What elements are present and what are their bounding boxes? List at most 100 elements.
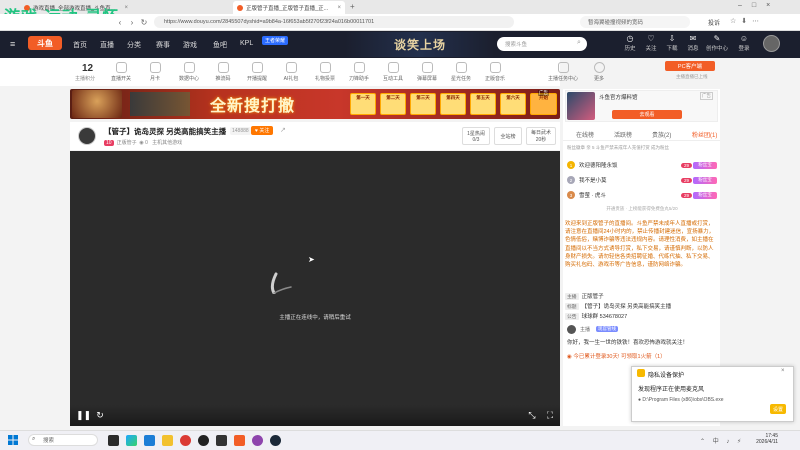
- taskbar-clock[interactable]: 17:45 2026/4/11: [740, 433, 778, 445]
- nav-games[interactable]: 游戏: [183, 40, 197, 50]
- history-button[interactable]: ◷ 历史: [620, 34, 640, 52]
- douyu-icon[interactable]: [234, 435, 245, 446]
- app-icon[interactable]: [144, 435, 155, 446]
- nav-kpl[interactable]: KPL: [240, 40, 253, 47]
- side-ad-thumbnail[interactable]: [567, 92, 595, 120]
- tab-fan-club[interactable]: 粉丝团(1): [692, 130, 717, 139]
- ranking-box[interactable]: 全站榜: [494, 127, 522, 145]
- tool-item[interactable]: 互动工具: [380, 62, 406, 82]
- nav-fishbar[interactable]: 鱼吧: [213, 40, 227, 50]
- kpl-badge[interactable]: 王者荣耀: [262, 36, 289, 45]
- tool-item[interactable]: 主播任务中心: [548, 62, 578, 82]
- nav-home[interactable]: 首页: [73, 40, 87, 50]
- follow-button[interactable]: ♥ 关注: [251, 126, 274, 135]
- new-tab-icon[interactable]: +: [350, 2, 355, 11]
- nav-category[interactable]: 分类: [127, 40, 141, 50]
- rank-row[interactable]: 1 欢迎德阳隆永饭 29 粉丝宝: [567, 159, 717, 171]
- tool-item[interactable]: AI礼包: [278, 62, 304, 82]
- notification-settings-button[interactable]: 设置: [770, 404, 786, 414]
- tool-item[interactable]: 月卡: [142, 62, 168, 82]
- close-tab-icon[interactable]: ×: [334, 5, 341, 11]
- notification-title: 隐私设备保护: [648, 373, 685, 379]
- side-ad-button[interactable]: 去观看: [612, 110, 682, 119]
- chat-username[interactable]: 主播: [580, 326, 590, 333]
- download-button[interactable]: ⇩ 下载: [662, 34, 682, 52]
- refresh-icon[interactable]: ↻: [94, 410, 106, 421]
- pause-icon[interactable]: ❚❚: [76, 410, 91, 421]
- heat-icon: ◉: [139, 140, 144, 146]
- app-icon[interactable]: [252, 435, 263, 446]
- tab-active-rank[interactable]: 活跃榜: [614, 130, 632, 139]
- rank-row[interactable]: 3 雪萤 · 虎斗 29 粉丝宝: [567, 189, 717, 201]
- notification-path: ● D:\Program Files (x86)\obs\OBS.exe: [638, 397, 724, 403]
- hot-box[interactable]: 1星热闹 0/3: [462, 127, 490, 145]
- user-icon: ☺: [739, 34, 749, 43]
- fullscreen-icon[interactable]: ⛶: [544, 410, 556, 421]
- tool-item[interactable]: 礼物投票: [312, 62, 338, 82]
- douyu-favicon-icon: [237, 4, 243, 11]
- close-icon[interactable]: ×: [781, 368, 785, 374]
- rank-row[interactable]: 2 我不是小莫 29 粉丝宝: [567, 174, 717, 186]
- streamer-name: 正版管子: [116, 140, 137, 146]
- tool-item[interactable]: 星光任务: [448, 62, 474, 82]
- site-logo[interactable]: 斗鱼: [28, 36, 62, 50]
- system-tray-icons[interactable]: ⌃ 中 ♪ ⚡: [700, 436, 744, 445]
- task-view-icon[interactable]: [108, 435, 119, 446]
- folder-icon[interactable]: [162, 435, 173, 446]
- tool-item[interactable]: 推流码: [210, 62, 236, 82]
- daily-box[interactable]: 每日武术 20秒: [526, 127, 556, 145]
- info-row-notice: 公告 球球群 534678027: [565, 313, 628, 320]
- streamer-avatar[interactable]: [78, 127, 96, 145]
- back-icon[interactable]: ‹: [114, 16, 126, 28]
- tab-online-rank[interactable]: 在线榜: [576, 130, 594, 139]
- login-button[interactable]: ☺ 登录: [734, 34, 754, 52]
- creator-center-button[interactable]: ✎ 创作中心: [704, 34, 730, 52]
- tool-item[interactable]: 弹幕屏幕: [414, 62, 440, 82]
- fire-icon: ◉: [567, 354, 572, 360]
- url-field[interactable]: https://www.douyu.com/2845507dyshid=a9b8…: [154, 16, 514, 28]
- tool-item[interactable]: 正版音乐: [482, 62, 508, 82]
- taskbar-search[interactable]: 搜索: [28, 434, 98, 446]
- forward-icon[interactable]: ›: [126, 16, 138, 28]
- windows-start-icon[interactable]: [8, 435, 18, 445]
- share-icon[interactable]: ↗: [280, 126, 286, 134]
- follow-button[interactable]: ♡ 关注: [641, 34, 661, 52]
- nav-live[interactable]: 直播: [100, 40, 114, 50]
- message-button[interactable]: ✉ 消息: [683, 34, 703, 52]
- tool-item[interactable]: 刀锋助手: [346, 62, 372, 82]
- steam-icon[interactable]: [270, 435, 281, 446]
- app-icon[interactable]: [216, 435, 227, 446]
- tool-item[interactable]: 开播提醒: [244, 62, 270, 82]
- browser-toolbar-icons[interactable]: ☆⬇⋯: [730, 17, 764, 25]
- close-tab-icon[interactable]: ×: [121, 5, 128, 11]
- site-search-input[interactable]: 搜索斗鱼: [497, 37, 587, 51]
- tool-item[interactable]: 数据中心: [176, 62, 202, 82]
- pc-client-button[interactable]: PC客户端: [665, 61, 715, 71]
- info-row-title: 标题 【管子】诡岛灵探 另类高能搞笑主播: [565, 303, 672, 310]
- chat-badge: 现官管线: [596, 326, 618, 332]
- side-ad-tag: 广告: [700, 92, 713, 100]
- browser-login-label[interactable]: 投诉: [708, 18, 720, 27]
- tool-item[interactable]: 直播开关: [108, 62, 134, 82]
- browser-search-field[interactable]: 暂海翼碰撞视频的宽码: [580, 16, 690, 28]
- tool-more[interactable]: 更多: [586, 62, 612, 82]
- nav-events[interactable]: 赛事: [156, 40, 170, 50]
- pip-icon[interactable]: ⤡: [526, 410, 538, 421]
- edge-icon[interactable]: [126, 435, 137, 446]
- browser-tab-2[interactable]: 正版管子直播_正版管子直播_正... ×: [233, 1, 345, 14]
- heart-icon: ♡: [647, 34, 655, 43]
- app-icon[interactable]: [180, 435, 191, 446]
- ad-title: 全新搜打撤: [210, 96, 296, 115]
- tab-noble[interactable]: 贵族(2): [652, 130, 671, 139]
- chat-avatar[interactable]: [567, 325, 576, 334]
- center-banner[interactable]: 谈笑上场: [345, 32, 495, 57]
- menu-icon[interactable]: ≡: [10, 39, 15, 49]
- video-player[interactable]: [70, 151, 560, 426]
- ad-start-button[interactable]: 开始: [530, 93, 557, 115]
- reload-icon[interactable]: ↻: [138, 16, 150, 28]
- window-controls[interactable]: –□×: [738, 2, 780, 9]
- search-icon[interactable]: ⌕: [577, 39, 581, 47]
- avatar[interactable]: [763, 35, 780, 52]
- obs-icon[interactable]: [198, 435, 209, 446]
- signin-notice[interactable]: ◉ 今已累计登录30天! 可领取1火箭（1）: [567, 352, 666, 360]
